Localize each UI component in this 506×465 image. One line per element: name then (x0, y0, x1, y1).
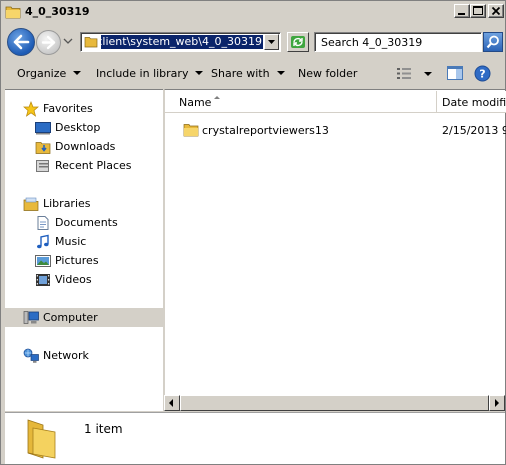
close-button[interactable] (488, 4, 504, 18)
arrow-left-icon (13, 34, 30, 50)
computer-icon (23, 311, 39, 324)
scroll-left-button[interactable] (164, 395, 180, 411)
nav-item-label: Music (55, 235, 87, 248)
arrow-left-icon (169, 399, 173, 407)
chevron-down-icon (276, 71, 285, 75)
sort-ascending-icon (214, 96, 220, 99)
nav-item-label: Documents (55, 216, 118, 229)
view-details-icon[interactable] (397, 68, 411, 79)
recent-pages-dropdown[interactable] (63, 36, 73, 46)
include-in-library-label: Include in library (96, 67, 189, 80)
file-list-pane: Name Date modified crystalreportviewers1… (164, 89, 506, 411)
file-row[interactable]: crystalreportviewers13 2/15/2013 9:0 (165, 120, 506, 140)
maximize-button[interactable] (470, 4, 486, 18)
share-with-menu[interactable]: Share with (211, 67, 285, 80)
large-folder-icon (27, 419, 56, 459)
folder-icon (5, 6, 21, 19)
minimize-button[interactable] (454, 4, 470, 18)
arrow-right-icon (495, 399, 499, 407)
search-icon (486, 35, 499, 49)
organize-menu[interactable]: Organize (17, 67, 82, 80)
nav-item-label: Recent Places (55, 159, 132, 172)
view-options-dropdown[interactable] (424, 72, 432, 76)
maximize-icon (473, 6, 483, 15)
preview-pane-icon[interactable] (447, 66, 463, 80)
nav-item-label: Network (43, 349, 89, 362)
recent-places-icon (36, 160, 49, 172)
address-dropdown-button[interactable] (264, 34, 279, 50)
arrow-right-icon (41, 35, 56, 50)
folder-icon (183, 124, 199, 137)
nav-item-label: Desktop (55, 121, 101, 134)
date-modified-column-label: Date modified (442, 96, 506, 109)
videos-icon (36, 274, 50, 286)
column-header: Name Date modified (165, 91, 506, 113)
file-name: crystalreportviewers13 (202, 124, 329, 137)
svg-text:?: ? (479, 68, 485, 81)
name-column-label: Name (179, 96, 212, 109)
search-input[interactable]: Search 4_0_30319 (314, 32, 482, 52)
search-placeholder: Search 4_0_30319 (321, 36, 423, 49)
back-button[interactable] (7, 28, 35, 56)
command-bar: Organize Include in library Share with N… (1, 59, 505, 88)
include-in-library-menu[interactable]: Include in library (96, 67, 204, 80)
share-with-label: Share with (211, 67, 270, 80)
scroll-thumb[interactable] (180, 395, 489, 411)
nav-item-label: Pictures (55, 254, 99, 267)
scroll-right-button[interactable] (489, 395, 505, 411)
chevron-down-icon (268, 40, 275, 44)
nav-item-label: Videos (55, 273, 92, 286)
file-date-modified: 2/15/2013 9:0 (442, 124, 506, 137)
navigation-pane: Favorites Desktop Downloads Recent Place… (5, 89, 163, 411)
item-count: 1 item (84, 422, 123, 436)
close-icon (491, 6, 501, 16)
pictures-icon (35, 255, 51, 267)
window-title: 4_0_30319 (25, 5, 90, 18)
help-icon[interactable]: ? (474, 65, 491, 82)
new-folder-button[interactable]: New folder (298, 67, 357, 80)
libraries-icon (23, 197, 39, 211)
nav-libraries-label: Libraries (43, 197, 91, 210)
name-column-header[interactable]: Name (165, 91, 437, 113)
chevron-down-icon (73, 71, 82, 75)
new-folder-label: New folder (298, 67, 358, 80)
network-icon (23, 348, 39, 363)
nav-item-label: Downloads (55, 140, 116, 153)
refresh-button[interactable] (287, 32, 309, 52)
minimize-icon (458, 13, 465, 15)
organize-label: Organize (17, 67, 67, 80)
address-bar[interactable]: et_client\system_web\4_0_30319 (80, 32, 281, 52)
desktop-icon (35, 122, 51, 135)
refresh-icon (291, 36, 305, 48)
title-bar[interactable]: 4_0_30319 (1, 1, 505, 23)
search-button[interactable] (483, 32, 503, 52)
nav-favorites-label: Favorites (43, 102, 93, 115)
date-modified-column-header[interactable]: Date modified (438, 91, 506, 113)
address-path[interactable]: et_client\system_web\4_0_30319 (101, 35, 263, 49)
music-icon (37, 234, 49, 249)
downloads-folder-icon (35, 142, 51, 154)
horizontal-scrollbar[interactable] (164, 395, 505, 411)
nav-item-label: Computer (43, 311, 98, 324)
details-pane: 1 item (5, 412, 505, 464)
chevron-down-icon (195, 71, 204, 75)
address-row: et_client\system_web\4_0_30319 Search 4_… (1, 23, 505, 59)
star-icon (23, 101, 39, 117)
folder-icon (84, 37, 98, 48)
documents-icon (37, 216, 49, 230)
explorer-window: 4_0_30319 et_client\system_we (0, 0, 506, 465)
forward-button[interactable] (36, 30, 61, 55)
